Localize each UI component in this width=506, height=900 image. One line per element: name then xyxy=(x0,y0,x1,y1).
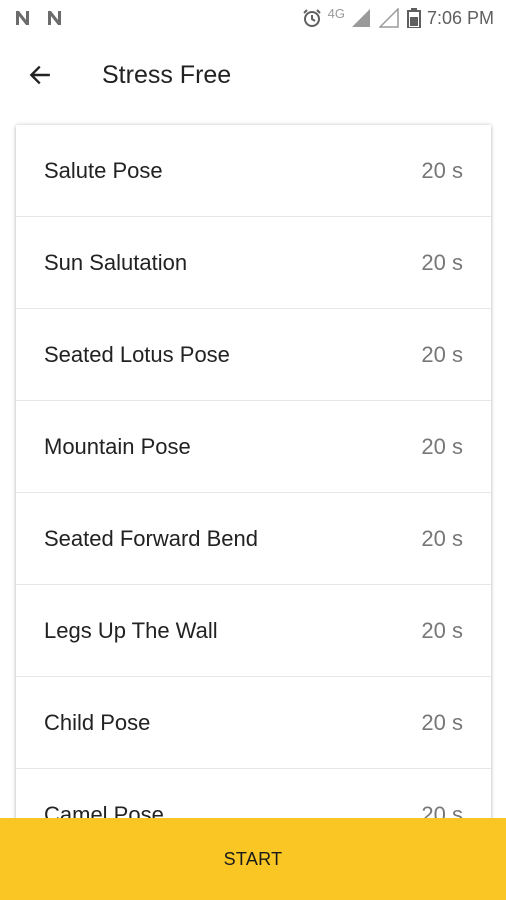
pose-duration: 20 s xyxy=(421,157,463,183)
status-right: 4G 7:06 PM xyxy=(302,5,494,29)
n-notification-icon xyxy=(48,11,61,25)
list-item[interactable]: Mountain Pose 20 s xyxy=(16,401,491,493)
list-item[interactable]: Child Pose 20 s xyxy=(16,677,491,769)
pose-name: Mountain Pose xyxy=(44,433,191,459)
pose-duration: 20 s xyxy=(421,617,463,643)
status-bar: 4G 7:06 PM xyxy=(0,0,506,36)
pose-duration: 20 s xyxy=(421,249,463,275)
pose-name: Seated Forward Bend xyxy=(44,525,259,551)
status-left xyxy=(14,10,68,26)
status-time: 7:06 PM xyxy=(426,7,494,28)
pose-name: Legs Up The Wall xyxy=(44,617,218,643)
pose-duration: 20 s xyxy=(421,341,463,367)
list-item[interactable]: Legs Up The Wall 20 s xyxy=(16,585,491,677)
page-title: Stress Free xyxy=(102,60,232,89)
network-type: 4G xyxy=(327,5,345,21)
list-item[interactable]: Salute Pose 20 s xyxy=(16,125,491,217)
pose-duration: 20 s xyxy=(421,709,463,735)
battery-icon xyxy=(406,8,421,28)
pose-name: Seated Lotus Pose xyxy=(44,341,230,367)
pose-duration: 20 s xyxy=(421,433,463,459)
list-item[interactable]: Sun Salutation 20 s xyxy=(16,217,491,309)
pose-name: Sun Salutation xyxy=(44,249,188,275)
pose-name: Child Pose xyxy=(44,709,151,735)
alarm-icon xyxy=(302,9,321,27)
app-bar: Stress Free xyxy=(0,36,506,114)
pose-name: Salute Pose xyxy=(44,157,163,183)
back-button[interactable] xyxy=(16,51,64,99)
list-item[interactable]: Seated Forward Bend 20 s xyxy=(16,493,491,585)
start-button[interactable]: START xyxy=(0,818,506,900)
pose-duration: 20 s xyxy=(421,525,463,551)
arrow-left-icon xyxy=(29,65,50,85)
pose-list-card: Salute Pose 20 s Sun Salutation 20 s Sea… xyxy=(16,125,491,845)
signal-empty-icon xyxy=(378,8,399,28)
list-item[interactable]: Seated Lotus Pose 20 s xyxy=(16,309,491,401)
signal-icon xyxy=(351,9,370,27)
n-notification-icon xyxy=(16,11,29,25)
